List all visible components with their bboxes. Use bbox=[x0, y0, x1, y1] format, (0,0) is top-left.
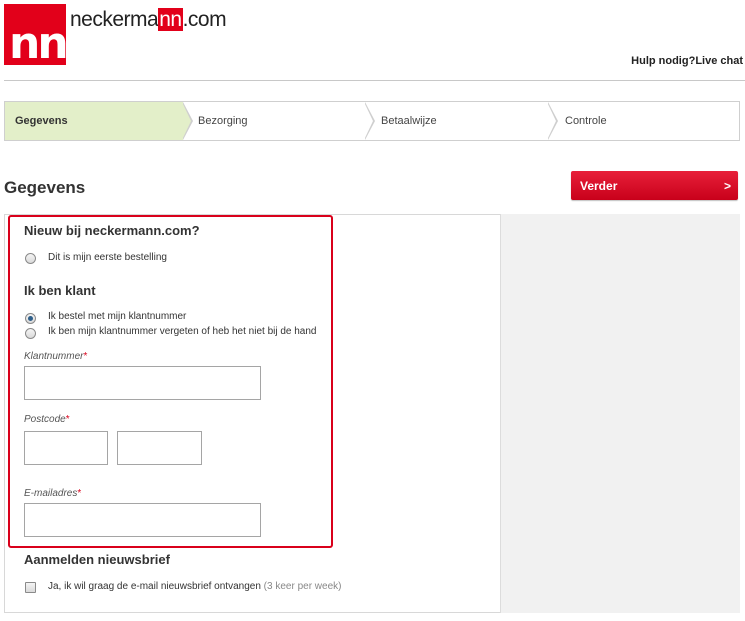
step-gegevens: Gegevens bbox=[5, 102, 183, 140]
newsletter-label[interactable]: Ja, ik wil graag de e-mail nieuwsbrief o… bbox=[48, 581, 341, 592]
postcode-label-text: Postcode bbox=[24, 414, 66, 425]
postcode-digits-input[interactable] bbox=[24, 431, 108, 465]
brand-name-highlight: nn bbox=[158, 8, 183, 31]
step-separator-fill bbox=[364, 102, 373, 140]
required-marker: * bbox=[77, 488, 82, 499]
first-order-label[interactable]: Dit is mijn eerste bestelling bbox=[48, 252, 167, 263]
step-bezorging: Bezorging bbox=[197, 102, 357, 140]
step-separator-fill bbox=[547, 102, 556, 140]
step-label: Gegevens bbox=[15, 115, 68, 127]
help-link[interactable]: Hulp nodig? bbox=[631, 55, 695, 67]
step-label: Controle bbox=[565, 115, 607, 127]
help-links: Hulp nodig?Live chat bbox=[631, 55, 743, 67]
brand-name[interactable]: neckermann.com bbox=[70, 8, 227, 32]
email-label: E-mailadres* bbox=[24, 488, 81, 499]
step-label: Bezorging bbox=[198, 115, 248, 127]
customer-number-option-label[interactable]: Ik bestel met mijn klantnummer bbox=[48, 311, 186, 322]
step-separator-fill bbox=[182, 102, 191, 140]
newsletter-heading: Aanmelden nieuwsbrief bbox=[24, 552, 170, 567]
existing-customer-heading: Ik ben klant bbox=[24, 283, 96, 298]
chevron-right-icon: > bbox=[723, 179, 731, 193]
customer-number-input[interactable] bbox=[24, 366, 261, 400]
first-order-radio[interactable] bbox=[25, 253, 36, 264]
step-controle: Controle bbox=[565, 102, 725, 140]
email-label-text: E-mailadres bbox=[24, 488, 78, 499]
email-input[interactable] bbox=[24, 503, 261, 537]
customer-number-radio[interactable] bbox=[25, 313, 36, 324]
sidebar-panel bbox=[500, 214, 740, 613]
step-label: Betaalwijze bbox=[381, 115, 437, 127]
checkout-steps: Gegevens Bezorging Betaalwijze Controle bbox=[4, 101, 740, 141]
newsletter-label-text: Ja, ik wil graag de e-mail nieuwsbrief o… bbox=[48, 581, 261, 592]
forgot-number-option-label[interactable]: Ik ben mijn klantnummer vergeten of heb … bbox=[48, 326, 317, 337]
next-button[interactable]: Verder > bbox=[571, 171, 738, 200]
newsletter-checkbox[interactable] bbox=[25, 582, 36, 593]
forgot-number-radio[interactable] bbox=[25, 328, 36, 339]
postcode-letters-input[interactable] bbox=[117, 431, 202, 465]
customer-number-label: Klantnummer* bbox=[24, 351, 87, 362]
brand-name-suffix: .com bbox=[182, 8, 227, 31]
required-marker: * bbox=[83, 351, 88, 362]
live-chat-link[interactable]: Live chat bbox=[695, 55, 743, 67]
logo[interactable]: nn bbox=[4, 4, 69, 69]
newsletter-frequency-note: (3 keer per week) bbox=[263, 581, 342, 592]
header-divider bbox=[4, 80, 745, 81]
next-button-label: Verder bbox=[580, 179, 618, 193]
customer-number-label-text: Klantnummer bbox=[24, 351, 84, 362]
postcode-label: Postcode* bbox=[24, 414, 70, 425]
page-title: Gegevens bbox=[4, 178, 86, 197]
logo-text: nn bbox=[9, 18, 69, 69]
step-betaalwijze: Betaalwijze bbox=[381, 102, 541, 140]
new-customer-heading: Nieuw bij neckermann.com? bbox=[24, 223, 200, 238]
required-marker: * bbox=[65, 414, 70, 425]
brand-name-prefix: neckerma bbox=[70, 8, 159, 31]
